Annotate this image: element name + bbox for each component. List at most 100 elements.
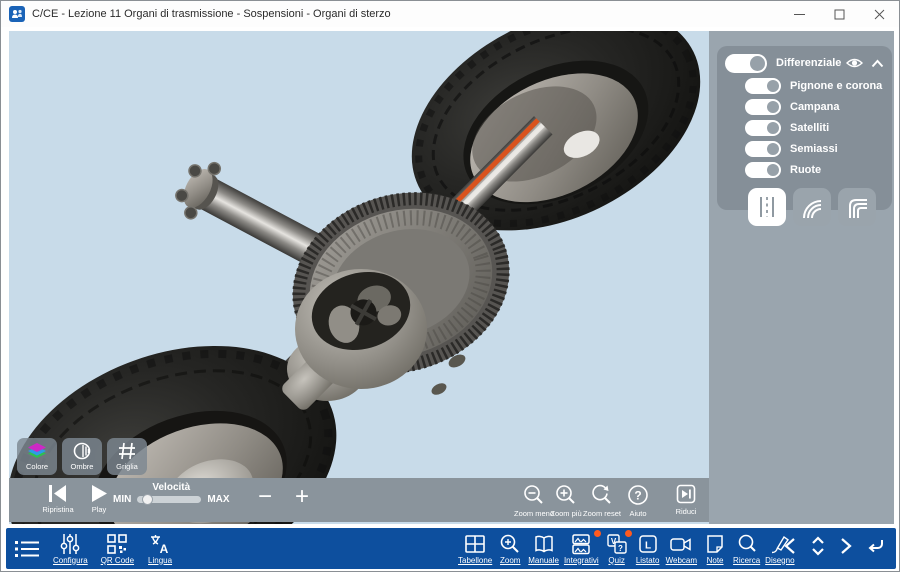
curve-road-button[interactable] <box>793 188 831 226</box>
grid-icon <box>117 441 137 461</box>
zoom-tool-button[interactable]: Zoom <box>497 533 523 565</box>
previous-button[interactable] <box>783 537 797 560</box>
ricerca-button[interactable]: Ricerca <box>733 533 760 565</box>
qr-code-icon <box>106 533 128 555</box>
svg-text:A: A <box>160 542 169 555</box>
speed-slider-knob[interactable] <box>142 494 153 505</box>
toggle-row-satelliti: Satelliti <box>745 119 884 137</box>
velocita-label: Velocità <box>152 482 190 493</box>
toolbar-left-group: Configura QR Code A Lingua <box>14 528 173 569</box>
pignone-toggle[interactable] <box>745 78 781 94</box>
play-icon <box>92 485 107 502</box>
qr-code-button[interactable]: QR Code <box>101 533 134 565</box>
colore-label: Colore <box>26 462 48 471</box>
maximize-button[interactable] <box>819 1 859 27</box>
collapse-panel-icon <box>676 484 696 504</box>
book-icon <box>533 533 555 555</box>
differenziale-label: Differenziale <box>776 57 841 69</box>
next-button[interactable] <box>839 537 853 560</box>
close-button[interactable] <box>859 1 899 27</box>
panel-header: Differenziale <box>725 52 884 74</box>
ombre-label: Ombre <box>71 462 94 471</box>
layers-color-icon <box>26 441 48 461</box>
ombre-button[interactable]: Ombre <box>62 438 102 475</box>
menu-button[interactable] <box>14 538 40 560</box>
road-mode-buttons <box>748 188 884 226</box>
right-sidebar: Differenziale Pignone e corona Campa <box>709 31 894 524</box>
griglia-button[interactable]: Griglia <box>107 438 147 475</box>
lingua-button[interactable]: A Lingua <box>147 533 173 565</box>
video-camera-icon <box>669 533 693 555</box>
quiz-icon: V ? <box>606 533 628 555</box>
toggle-row-semiassi: Semiassi <box>745 140 884 158</box>
tabellone-button[interactable]: Tabellone <box>458 533 492 565</box>
list-menu-icon <box>14 538 40 560</box>
window-title: C/CE - Lezione 11 Organi di trasmissione… <box>32 8 391 20</box>
title-bar: C/CE - Lezione 11 Organi di trasmissione… <box>1 1 899 27</box>
app-icon <box>9 6 25 22</box>
bottom-toolbar: Configura QR Code A Lingua <box>6 528 896 569</box>
semiassi-toggle[interactable] <box>745 141 781 157</box>
magnifier-plus-icon <box>499 533 521 555</box>
board-grid-icon <box>464 533 486 555</box>
colore-button[interactable]: Colore <box>17 438 57 475</box>
note-icon <box>704 533 726 555</box>
svg-text:?: ? <box>634 489 641 503</box>
configura-button[interactable]: Configura <box>53 533 88 565</box>
help-icon: ? <box>627 484 649 506</box>
listato-button[interactable]: L Listato <box>635 533 661 565</box>
max-label: MAX <box>207 494 229 505</box>
return-arrow-icon <box>866 537 886 555</box>
ruote-toggle[interactable] <box>745 162 781 178</box>
media-stack-icon <box>570 533 592 555</box>
skip-to-start-icon <box>49 485 67 502</box>
chevron-up-icon[interactable] <box>871 59 884 68</box>
chevron-up-down-icon <box>810 536 826 556</box>
window-controls <box>779 1 899 27</box>
speed-increase-button[interactable]: + <box>295 486 309 508</box>
3d-viewport[interactable]: Colore Ombre Griglia <box>9 31 709 524</box>
display-tool-buttons: Colore Ombre Griglia <box>17 438 147 475</box>
translate-icon: A <box>149 533 171 555</box>
listing-icon: L <box>637 533 659 555</box>
shadows-icon <box>72 441 92 461</box>
expand-button[interactable] <box>810 536 826 561</box>
speed-control: Velocità MIN MAX <box>113 482 230 505</box>
campana-toggle[interactable] <box>745 99 781 115</box>
eye-icon[interactable] <box>846 57 863 69</box>
straight-road-button[interactable] <box>748 188 786 226</box>
note-button[interactable]: Note <box>702 533 728 565</box>
integrativi-button[interactable]: Integrativi <box>564 533 599 565</box>
chevron-left-icon <box>783 537 797 555</box>
toolbar-center-group: Tabellone Zoom Manuale <box>458 528 795 569</box>
integrativi-badge <box>594 530 601 537</box>
application-window: C/CE - Lezione 11 Organi di trasmissione… <box>0 0 900 572</box>
riduci-button[interactable]: Riduci <box>658 484 709 516</box>
speed-decrease-button[interactable]: − <box>258 486 272 508</box>
toolbar-right-group <box>783 528 886 569</box>
min-label: MIN <box>113 494 131 505</box>
curve-road-icon <box>800 195 824 219</box>
svg-text:L: L <box>645 540 651 551</box>
toggle-row-pignone: Pignone e corona <box>745 77 884 95</box>
manuale-button[interactable]: Manuale <box>528 533 559 565</box>
straight-road-icon <box>755 195 779 219</box>
search-icon <box>736 533 758 555</box>
toggle-row-campana: Campana <box>745 98 884 116</box>
satelliti-toggle[interactable] <box>745 120 781 136</box>
quiz-badge <box>625 530 632 537</box>
minimize-button[interactable] <box>779 1 819 27</box>
differenziale-panel: Differenziale Pignone e corona Campa <box>717 46 892 210</box>
svg-text:?: ? <box>618 544 623 553</box>
sharp-curve-road-button[interactable] <box>838 188 876 226</box>
quiz-button[interactable]: V ? Quiz <box>604 533 630 565</box>
speed-slider[interactable] <box>137 496 201 503</box>
playback-bar: Ripristina Play Velocità MIN MAX − + <box>9 478 709 522</box>
griglia-label: Griglia <box>116 462 138 471</box>
sliders-icon <box>59 533 81 555</box>
return-button[interactable] <box>866 537 886 560</box>
chevron-right-icon <box>839 537 853 555</box>
sharp-curve-road-icon <box>845 195 869 219</box>
differenziale-toggle[interactable] <box>725 54 767 73</box>
webcam-button[interactable]: Webcam <box>666 533 697 565</box>
